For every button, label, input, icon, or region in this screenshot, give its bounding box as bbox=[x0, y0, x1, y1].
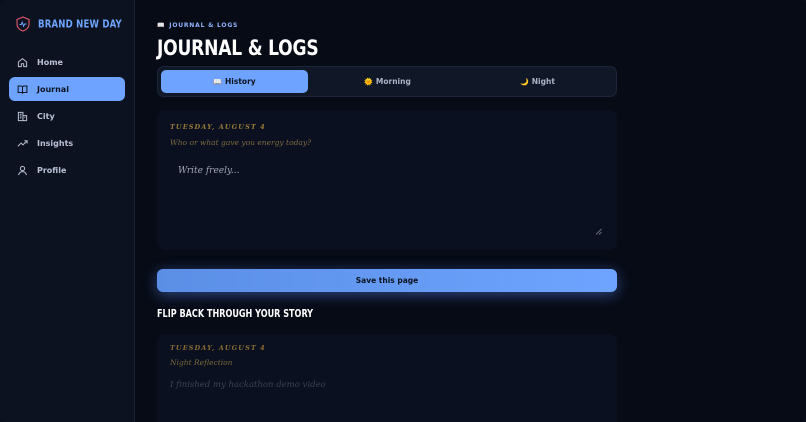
sun-icon: 🌞 bbox=[364, 77, 373, 86]
journal-entry-card: TUESDAY, AUGUST 4 Who or what gave you e… bbox=[157, 110, 617, 250]
sidebar-item-profile[interactable]: Profile bbox=[9, 158, 125, 182]
sidebar-item-label: Journal bbox=[37, 84, 69, 94]
brand[interactable]: BRAND NEW DAY bbox=[16, 16, 122, 32]
book-emoji-icon: 📖 bbox=[157, 22, 166, 29]
tab-history[interactable]: 📖 History bbox=[161, 70, 308, 93]
journal-tabs: 📖 History 🌞 Morning 🌙 Night bbox=[157, 66, 617, 97]
page-eyebrow: 📖 JOURNAL & LOGS bbox=[157, 22, 238, 29]
history-entry-date: TUESDAY, AUGUST 4 bbox=[170, 344, 266, 352]
sidebar-item-insights[interactable]: Insights bbox=[9, 131, 125, 155]
sidebar-nav: Home Journal City Insights Profile bbox=[9, 50, 125, 185]
resize-grip-icon[interactable] bbox=[595, 228, 602, 235]
sidebar: BRAND NEW DAY Home Journal City Insights… bbox=[0, 0, 135, 422]
history-entry-type: Night Reflection bbox=[170, 358, 233, 367]
sidebar-item-label: City bbox=[37, 111, 55, 121]
tab-label: Morning bbox=[375, 77, 411, 86]
buildings-icon bbox=[17, 111, 28, 121]
open-book-icon: 📖 bbox=[213, 77, 223, 86]
sidebar-item-label: Insights bbox=[37, 138, 74, 148]
tab-night[interactable]: 🌙 Night bbox=[464, 70, 611, 93]
entry-date: TUESDAY, AUGUST 4 bbox=[170, 123, 266, 131]
trend-icon bbox=[17, 139, 28, 147]
sidebar-item-city[interactable]: City bbox=[9, 104, 125, 128]
book-icon bbox=[17, 85, 28, 94]
save-button[interactable]: Save this page bbox=[157, 269, 617, 292]
sidebar-item-journal[interactable]: Journal bbox=[9, 77, 125, 101]
sidebar-item-label: Home bbox=[37, 57, 63, 67]
moon-icon: 🌙 bbox=[520, 77, 529, 86]
entry-prompt: Who or what gave you energy today? bbox=[170, 138, 312, 147]
page-title: JOURNAL & LOGS bbox=[157, 36, 319, 61]
history-section-title: FLIP BACK THROUGH YOUR STORY bbox=[157, 309, 314, 321]
tab-morning[interactable]: 🌞 Morning bbox=[314, 70, 461, 93]
sidebar-item-label: Profile bbox=[37, 165, 67, 175]
home-icon bbox=[17, 57, 28, 67]
sidebar-item-home[interactable]: Home bbox=[9, 50, 125, 74]
tab-label: Night bbox=[531, 77, 555, 86]
app-window: BRAND NEW DAY Home Journal City Insights… bbox=[0, 0, 806, 422]
heart-shield-icon bbox=[16, 16, 30, 32]
history-entry-text: I finished my hackathon demo video bbox=[170, 380, 326, 390]
journal-textarea[interactable] bbox=[168, 158, 605, 238]
brand-name: BRAND NEW DAY bbox=[38, 17, 122, 31]
eyebrow-text: JOURNAL & LOGS bbox=[169, 22, 239, 29]
history-entry-card[interactable]: TUESDAY, AUGUST 4 Night Reflection I fin… bbox=[157, 334, 617, 422]
user-icon bbox=[18, 165, 27, 175]
tab-label: History bbox=[225, 77, 256, 86]
